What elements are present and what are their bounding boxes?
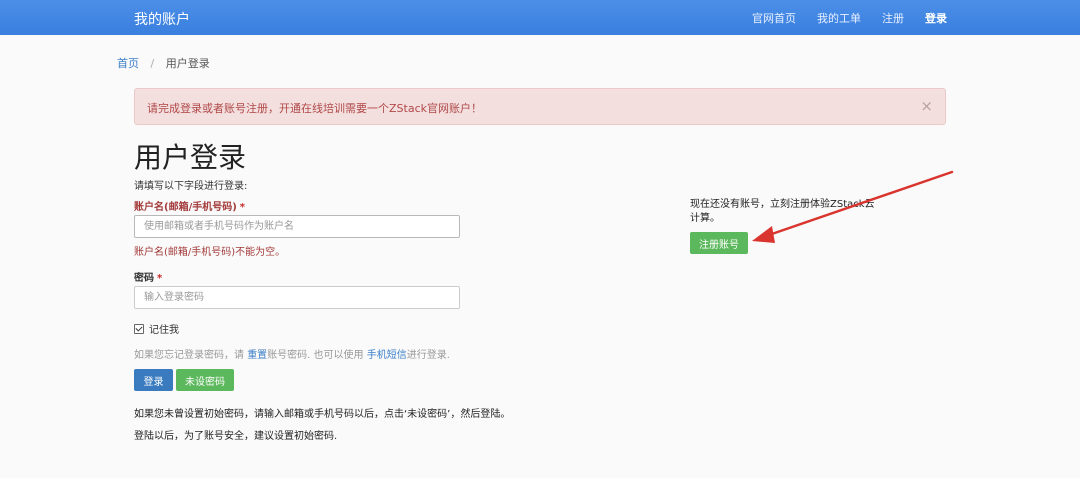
password-label: 密码 * bbox=[134, 269, 162, 284]
remember-label: 记住我 bbox=[149, 325, 179, 336]
account-input[interactable] bbox=[134, 215, 460, 238]
close-icon[interactable]: × bbox=[920, 97, 933, 115]
breadcrumb: 首页 / 用户登录 bbox=[117, 55, 210, 71]
help-middle: 账号密码. 也可以使用 bbox=[267, 350, 364, 361]
required-mark: * bbox=[157, 273, 163, 284]
login-button[interactable]: 登录 bbox=[134, 369, 173, 391]
warning-alert: 请完成登录或者账号注册，开通在线培训需要一个ZStack官网账户！ × bbox=[134, 88, 946, 125]
initial-password-note: 如果您未曾设置初始密码，请输入邮箱或手机号码以后，点击‘未设密码’，然后登陆。 bbox=[134, 409, 511, 420]
account-label-text: 账户名(邮箱/手机号码) bbox=[134, 202, 237, 213]
register-prompt: 现在还没有账号，立刻注册体验ZStack云计算。 bbox=[690, 199, 875, 224]
page-title: 用户登录 bbox=[134, 141, 247, 174]
forgot-password-help: 如果您忘记登录密码，请 重置账号密码. 也可以使用 手机短信进行登录. bbox=[134, 346, 450, 361]
form-intro: 请填写以下字段进行登录: bbox=[134, 181, 248, 192]
sms-login-link[interactable]: 手机短信 bbox=[367, 350, 407, 361]
security-note: 登陆以后，为了账号安全，建议设置初始密码. bbox=[134, 431, 338, 442]
no-password-button[interactable]: 未设密码 bbox=[176, 369, 234, 391]
breadcrumb-home-link[interactable]: 首页 bbox=[117, 57, 139, 70]
alert-message: 请完成登录或者账号注册，开通在线培训需要一个ZStack官网账户！ bbox=[147, 102, 482, 115]
password-label-text: 密码 bbox=[134, 273, 154, 284]
account-label: 账户名(邮箱/手机号码) * bbox=[134, 198, 245, 213]
nav-link-register[interactable]: 注册 bbox=[882, 10, 904, 26]
help-suffix: 进行登录. bbox=[406, 350, 450, 361]
nav-link-login[interactable]: 登录 bbox=[925, 10, 947, 26]
remember-checkbox[interactable] bbox=[134, 323, 144, 334]
reset-password-link[interactable]: 重置 bbox=[247, 350, 267, 361]
help-prefix: 如果您忘记登录密码，请 bbox=[134, 350, 244, 361]
navbar-brand[interactable]: 我的账户 bbox=[134, 9, 190, 29]
password-input[interactable] bbox=[134, 286, 460, 309]
nav-link-official-home[interactable]: 官网首页 bbox=[752, 10, 796, 26]
account-error-message: 账户名(邮箱/手机号码)不能为空。 bbox=[134, 247, 286, 258]
nav-link-my-tickets[interactable]: 我的工单 bbox=[817, 10, 861, 26]
breadcrumb-current: 用户登录 bbox=[165, 57, 210, 70]
nav-links: 官网首页 我的工单 注册 登录 bbox=[731, 10, 947, 26]
breadcrumb-separator: / bbox=[150, 57, 155, 70]
top-navbar: 我的账户 官网首页 我的工单 注册 登录 bbox=[0, 0, 1080, 35]
register-account-button[interactable]: 注册账号 bbox=[690, 232, 748, 254]
remember-me: 记住我 bbox=[134, 321, 179, 336]
required-mark: * bbox=[239, 202, 246, 213]
